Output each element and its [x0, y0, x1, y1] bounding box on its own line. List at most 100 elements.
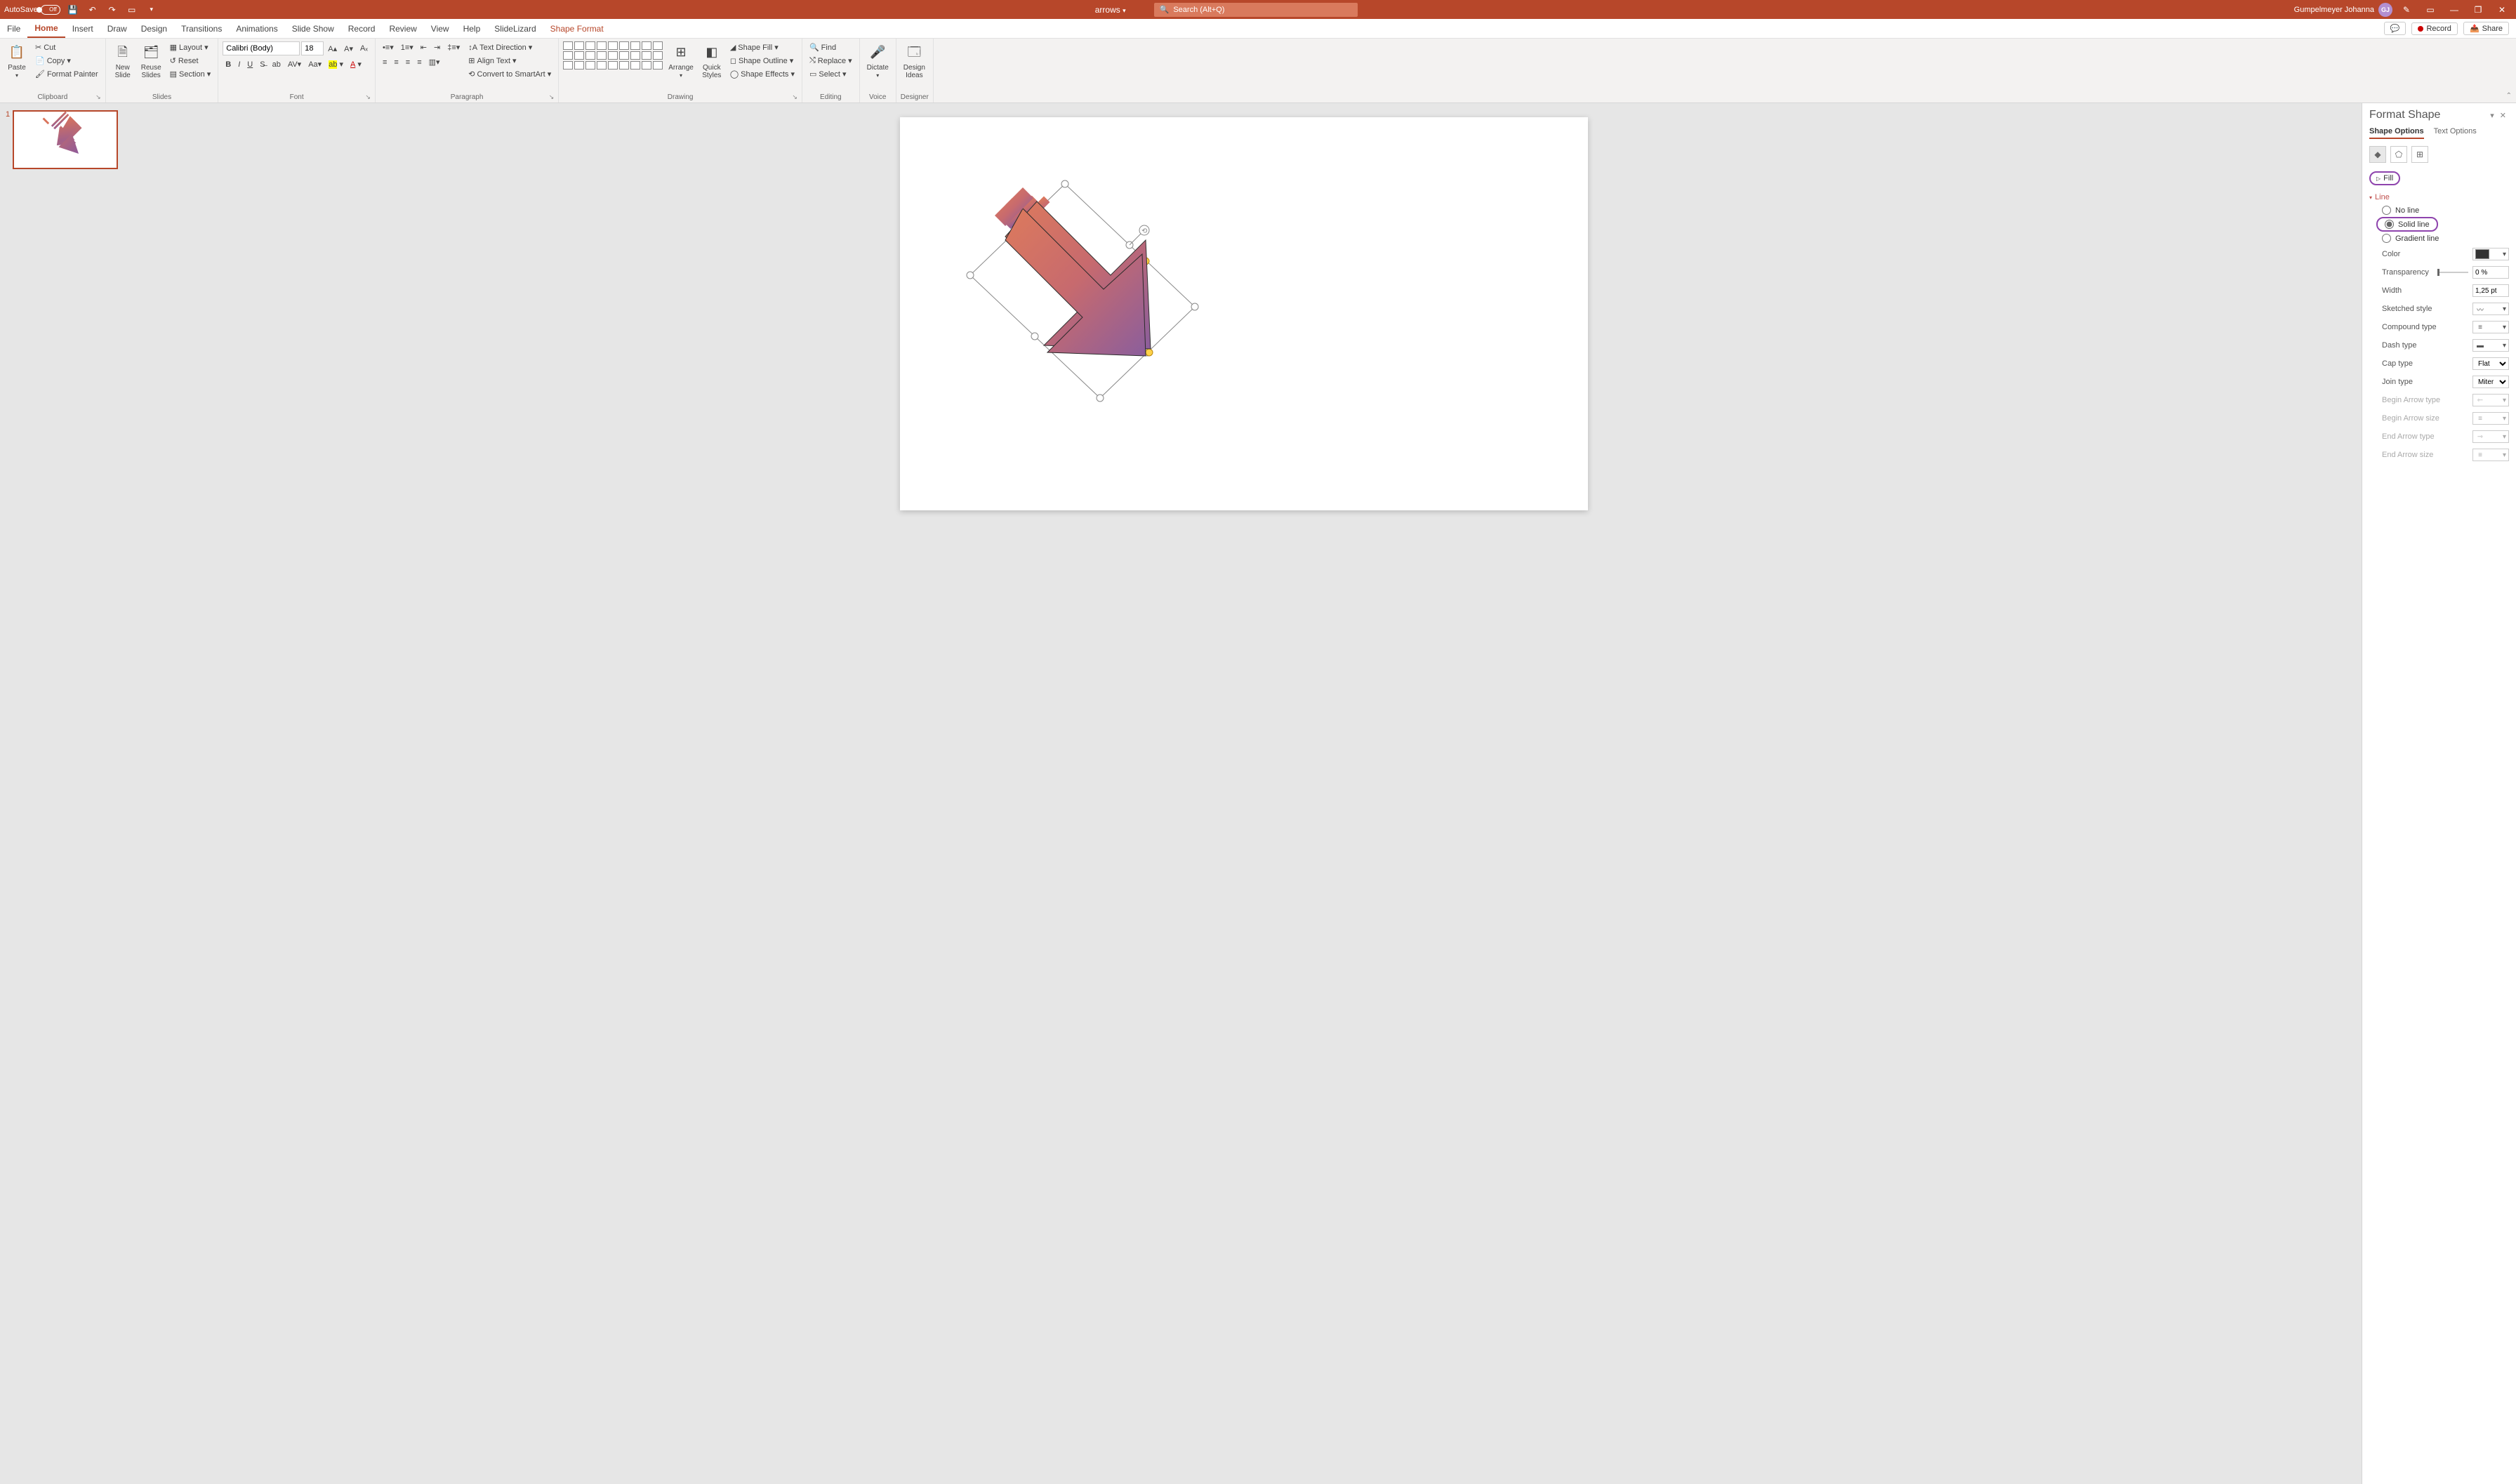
tab-design[interactable]: Design	[134, 19, 174, 38]
format-painter-button[interactable]: 🖌Format Painter	[32, 68, 101, 80]
record-button[interactable]: Record	[2411, 22, 2457, 35]
align-center-button[interactable]: ≡	[391, 57, 401, 68]
transparency-input[interactable]	[2472, 266, 2509, 279]
tab-record[interactable]: Record	[341, 19, 383, 38]
numbering-button[interactable]: 1≡▾	[398, 41, 416, 53]
shape-fill-button[interactable]: ◢ Shape Fill ▾	[727, 41, 797, 53]
cap-dropdown[interactable]: Flat	[2472, 357, 2509, 370]
bold-button[interactable]: B	[223, 59, 234, 70]
dictate-button[interactable]: 🎤Dictate▾	[864, 41, 892, 81]
bullets-button[interactable]: •≡▾	[380, 41, 397, 53]
layout-button[interactable]: ▦ Layout ▾	[167, 41, 214, 53]
section-button[interactable]: ▤ Section ▾	[167, 68, 214, 80]
font-color-button[interactable]: A▾	[347, 58, 364, 70]
tab-shape-options[interactable]: Shape Options	[2369, 127, 2424, 139]
width-input[interactable]	[2472, 284, 2509, 297]
text-direction-button[interactable]: ↕A Text Direction ▾	[465, 41, 554, 53]
compound-dropdown[interactable]: ≡▾	[2472, 321, 2509, 333]
new-slide-button[interactable]: 🗎New Slide	[110, 41, 135, 81]
sketched-dropdown[interactable]: 〰▾	[2472, 303, 2509, 315]
italic-button[interactable]: I	[235, 59, 243, 70]
panel-options-button[interactable]: ▾	[2487, 111, 2497, 120]
replace-button[interactable]: ⤭ Replace ▾	[807, 55, 855, 67]
dash-dropdown[interactable]: ▬▾	[2472, 339, 2509, 352]
redo-icon[interactable]: ↷	[105, 3, 119, 17]
increase-font-button[interactable]: A▴	[325, 43, 340, 55]
present-icon[interactable]: ▭	[125, 3, 139, 17]
comments-button[interactable]: 💬	[2384, 22, 2406, 35]
cut-button[interactable]: ✂Cut	[32, 41, 101, 53]
outdent-button[interactable]: ⇤	[418, 41, 430, 53]
paste-button[interactable]: 📋Paste▾	[4, 41, 29, 81]
clipboard-launcher[interactable]: ↘	[95, 93, 101, 101]
qat-more-icon[interactable]: ▾	[145, 3, 159, 17]
selected-arrow-shape[interactable]: ⟲	[900, 117, 1588, 510]
tab-slideshow[interactable]: Slide Show	[285, 19, 341, 38]
panel-close-button[interactable]: ✕	[2497, 111, 2509, 120]
shapes-gallery[interactable]	[563, 41, 663, 69]
slide-canvas[interactable]: ⟲	[900, 117, 1588, 510]
drawing-launcher[interactable]: ↘	[792, 93, 797, 101]
justify-button[interactable]: ≡	[414, 57, 424, 68]
tab-animations[interactable]: Animations	[229, 19, 284, 38]
align-left-button[interactable]: ≡	[380, 57, 390, 68]
fill-line-icon[interactable]: ◆	[2369, 146, 2386, 163]
find-button[interactable]: 🔍 Find	[807, 41, 855, 53]
spacing-button[interactable]: AV▾	[285, 58, 304, 70]
canvas-area[interactable]: ⟲	[126, 103, 2362, 1484]
shadow-button[interactable]: ab	[270, 59, 284, 70]
arrange-button[interactable]: ⊞Arrange▾	[666, 41, 696, 81]
line-color-picker[interactable]: ▾	[2472, 248, 2509, 260]
underline-button[interactable]: U	[244, 59, 256, 70]
highlight-button[interactable]: ab▾	[326, 58, 346, 70]
clear-format-button[interactable]: Aₓ	[357, 43, 371, 54]
font-size-input[interactable]	[301, 41, 324, 55]
line-spacing-button[interactable]: ‡≡▾	[444, 41, 463, 53]
tab-review[interactable]: Review	[382, 19, 423, 38]
select-button[interactable]: ▭ Select ▾	[807, 68, 855, 80]
join-dropdown[interactable]: Miter	[2472, 376, 2509, 388]
indent-button[interactable]: ⇥	[431, 41, 443, 53]
tab-shape-format[interactable]: Shape Format	[543, 19, 611, 38]
columns-button[interactable]: ▥▾	[426, 56, 443, 68]
tab-insert[interactable]: Insert	[65, 19, 100, 38]
font-family-input[interactable]	[223, 41, 300, 55]
share-button[interactable]: 📤 Share	[2463, 22, 2509, 35]
tab-help[interactable]: Help	[456, 19, 488, 38]
solid-line-radio[interactable]: Solid line	[2376, 217, 2438, 232]
reset-button[interactable]: ↺ Reset	[167, 55, 214, 67]
transparency-slider[interactable]	[2437, 272, 2468, 273]
decrease-font-button[interactable]: A▾	[341, 43, 356, 55]
design-ideas-button[interactable]: 🗔Design Ideas	[901, 41, 928, 81]
strike-button[interactable]: S̶	[257, 59, 267, 70]
no-line-radio[interactable]: No line	[2369, 204, 2509, 217]
thumbnail-slide-1[interactable]	[13, 110, 118, 169]
autosave-toggle[interactable]: AutoSave Off	[4, 5, 60, 15]
tab-view[interactable]: View	[424, 19, 456, 38]
smartart-button[interactable]: ⟲ Convert to SmartArt ▾	[465, 68, 554, 80]
user-account[interactable]: Gumpelmeyer Johanna GJ	[2294, 3, 2392, 17]
filename[interactable]: arrows ▾	[1095, 5, 1126, 15]
fill-section-header[interactable]: ▷ Fill	[2369, 171, 2400, 185]
font-launcher[interactable]: ↘	[365, 93, 371, 101]
maximize-icon[interactable]: ❐	[2468, 0, 2488, 19]
tab-draw[interactable]: Draw	[100, 19, 134, 38]
gradient-line-radio[interactable]: Gradient line	[2369, 232, 2509, 245]
copy-button[interactable]: 📄Copy ▾	[32, 55, 101, 67]
align-right-button[interactable]: ≡	[403, 57, 413, 68]
tab-transitions[interactable]: Transitions	[174, 19, 229, 38]
line-section-header[interactable]: ▾ Line	[2369, 191, 2509, 204]
effects-icon[interactable]: ⬠	[2390, 146, 2407, 163]
close-icon[interactable]: ✕	[2492, 0, 2512, 19]
undo-icon[interactable]: ↶	[86, 3, 100, 17]
tab-slidelizard[interactable]: SlideLizard	[487, 19, 543, 38]
quick-styles-button[interactable]: ◧Quick Styles	[699, 41, 724, 81]
display-options-icon[interactable]: ▭	[2421, 0, 2440, 19]
coming-soon-icon[interactable]: ✎	[2397, 0, 2416, 19]
shape-effects-button[interactable]: ◯ Shape Effects ▾	[727, 68, 797, 80]
paragraph-launcher[interactable]: ↘	[549, 93, 555, 101]
collapse-ribbon-button[interactable]: ⌃	[2506, 92, 2512, 100]
tab-text-options[interactable]: Text Options	[2434, 127, 2477, 139]
size-props-icon[interactable]: ⊞	[2411, 146, 2428, 163]
shape-outline-button[interactable]: ◻ Shape Outline ▾	[727, 55, 797, 67]
